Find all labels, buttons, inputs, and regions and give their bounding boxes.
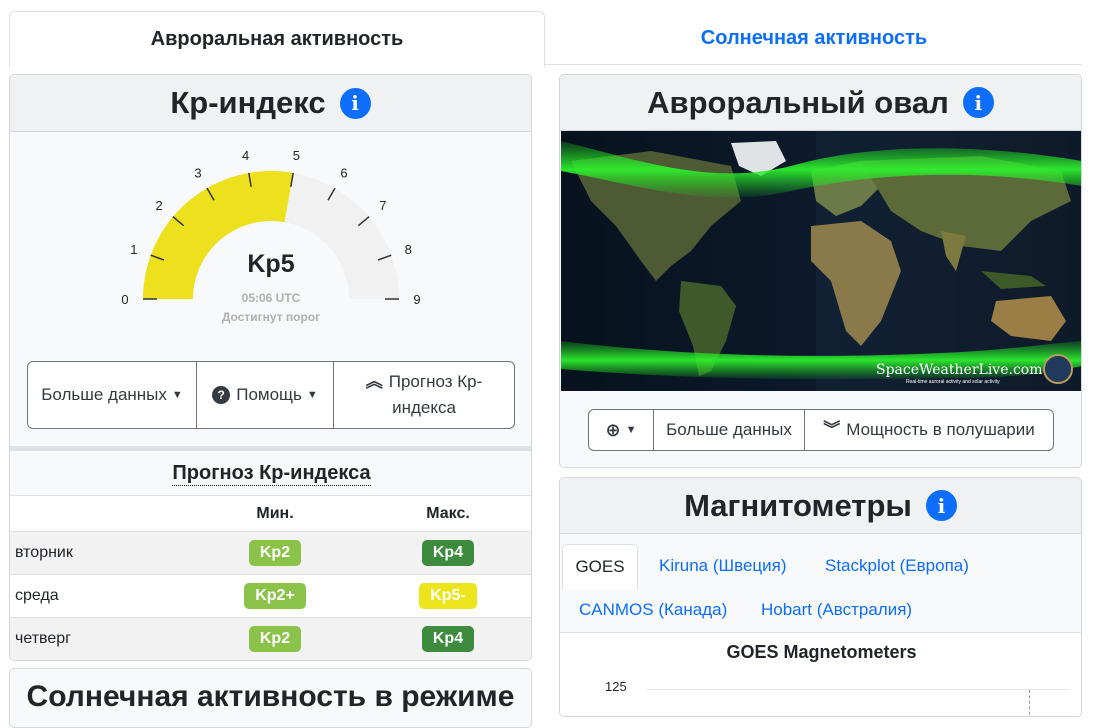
tab-goes-label: GOES xyxy=(575,557,625,576)
gauge-tick-label: 4 xyxy=(242,148,249,163)
tab-stackplot-label: Stackplot (Европа) xyxy=(825,556,969,575)
magnetometer-chart: GOES Magnetometers 125 xyxy=(560,632,1081,716)
zoom-in-icon: ⊕ xyxy=(605,420,621,440)
gauge-tick-label: 0 xyxy=(121,292,128,307)
map-watermark-sub: Real-time auroral activity and solar act… xyxy=(906,379,1000,385)
hemisphere-power-button[interactable]: ︾ Мощность в полушарии xyxy=(804,410,1053,450)
logo-globe-icon xyxy=(1043,354,1073,384)
forecast-max-badge: Kp4 xyxy=(421,540,475,566)
magnetometers-header: Магнитометры i xyxy=(560,478,1081,534)
tab-canmos[interactable]: CANMOS (Канада) xyxy=(579,600,727,620)
forecast-max-header: Макс. xyxy=(363,495,531,532)
zoom-button[interactable]: ⊕ ▼ xyxy=(589,410,653,450)
double-chevron-down-icon: ︾ xyxy=(823,420,841,439)
forecast-min-badge: Kp2+ xyxy=(244,583,306,609)
question-circle-icon: ? xyxy=(212,386,231,404)
tab-aurora[interactable]: Авроральная активность xyxy=(9,11,545,67)
forecast-title-row: Прогноз Кр-индекса xyxy=(10,451,531,495)
kp-card: Кр-индекс i 0 1 2 3 4 5 6 7 8 9 Kp5 05:06 UTC Дос… xyxy=(9,74,532,661)
kp-forecast-label-1: Прогноз Кр- xyxy=(388,372,483,391)
forecast-section: Прогноз Кр-индекса Мин. Макс. вторник Kp… xyxy=(10,446,531,660)
hemisphere-power-label: Мощность в полушарии xyxy=(846,420,1035,439)
forecast-title: Прогноз Кр-индекса xyxy=(172,461,371,486)
gauge-tick-label: 1 xyxy=(130,242,137,257)
magnetometer-tabs: GOES Kiruna (Швеция) Stackplot (Европа) … xyxy=(560,534,1081,632)
kp-more-data-button[interactable]: Больше данных ▼ xyxy=(28,362,196,428)
crosshair-line xyxy=(1029,690,1030,716)
info-icon[interactable]: i xyxy=(925,490,957,521)
tab-divider xyxy=(545,64,1082,65)
tab-hobart[interactable]: Hobart (Австралия) xyxy=(761,600,912,620)
tab-stackplot[interactable]: Stackplot (Европа) xyxy=(825,556,969,576)
table-row: среда Kp2+ Kp5- xyxy=(10,574,531,618)
kp-forecast-label-2: индекса xyxy=(392,398,456,417)
kp-button-group: Больше данных ▼ ? Помощь ▼ ︽ Прогноз Кр- … xyxy=(27,361,515,429)
aurora-map[interactable]: SpaceWeatherLive.com Real-time auroral a… xyxy=(561,131,1082,391)
kp-help-label: Помощь xyxy=(236,385,302,404)
caret-down-icon: ▼ xyxy=(625,424,637,436)
gauge-fill xyxy=(143,170,294,299)
oval-more-data-label: Больше данных xyxy=(666,420,792,439)
caret-down-icon: ▼ xyxy=(171,389,183,401)
forecast-min-badge: Kp2 xyxy=(248,626,302,653)
kp-title: Кр-индекс xyxy=(170,85,326,120)
solar-realtime-title: Солнечная активность в режиме xyxy=(26,680,515,713)
forecast-min-header: Мин. xyxy=(187,495,363,532)
kp-card-header: Кр-индекс i xyxy=(10,75,531,132)
gauge-tick-label: 6 xyxy=(340,166,347,181)
tab-kiruna[interactable]: Kiruna (Швеция) xyxy=(659,556,787,576)
tab-goes[interactable]: GOES xyxy=(562,544,638,589)
info-icon[interactable]: i xyxy=(339,87,371,119)
forecast-header-row: Мин. Макс. xyxy=(10,495,531,532)
gauge-tick-label: 7 xyxy=(379,198,386,213)
kp-value: Kp5 xyxy=(247,250,294,278)
caret-down-icon: ▼ xyxy=(306,389,318,401)
forecast-day-header xyxy=(10,495,187,532)
gauge-tick-label: 3 xyxy=(194,166,201,181)
gauge-tick-label: 9 xyxy=(413,292,420,307)
gauge-tick-label: 8 xyxy=(405,242,412,257)
kp-help-button[interactable]: ? Помощь ▼ xyxy=(196,362,333,428)
kp-gauge: 0 1 2 3 4 5 6 7 8 9 Kp5 05:06 UTC Достигнут порог xyxy=(121,148,420,324)
tab-aurora-label: Авроральная активность xyxy=(150,28,404,50)
tab-canmos-label: CANMOS (Канада) xyxy=(579,600,728,619)
info-icon[interactable]: i xyxy=(962,87,994,118)
oval-title: Авроральный овал xyxy=(647,84,949,120)
gauge-tick-label: 5 xyxy=(293,148,300,163)
double-chevron-up-icon: ︽ xyxy=(365,372,383,391)
oval-more-data-button[interactable]: Больше данных xyxy=(653,410,804,450)
y-tick-label: 125 xyxy=(605,679,627,694)
oval-card: Авроральный овал i SpaceWeatherLive.com … xyxy=(559,74,1082,468)
kp-more-data-label: Больше данных xyxy=(41,385,167,404)
forecast-min-badge: Kp2 xyxy=(248,540,302,566)
oval-card-header: Авроральный овал i xyxy=(560,75,1081,131)
kp-forecast-button[interactable]: ︽ Прогноз Кр- индекса xyxy=(333,362,514,428)
gridline xyxy=(647,689,1069,690)
tab-hobart-label: Hobart (Австралия) xyxy=(761,600,913,619)
forecast-max-badge: Kp4 xyxy=(421,626,475,653)
oval-button-group: ⊕ ▼ Больше данных ︾ Мощность в полушарии xyxy=(588,409,1054,451)
solar-realtime-card: Солнечная активность в режиме xyxy=(9,668,532,728)
forecast-table: Мин. Макс. вторник Kp2 Kp4 среда Kp2+ Kp… xyxy=(10,495,531,660)
tab-kiruna-label: Kiruna (Швеция) xyxy=(659,556,787,575)
magnetometers-title: Магнитометры xyxy=(684,487,912,523)
magnetometers-card: Магнитометры i GOES Kiruna (Швеция) Stac… xyxy=(559,477,1082,717)
map-watermark: SpaceWeatherLive.com xyxy=(876,362,1043,378)
gauge-tick-label: 2 xyxy=(156,198,163,213)
forecast-day: среда xyxy=(10,574,187,618)
forecast-day: четверг xyxy=(10,617,187,660)
kp-status: Достигнут порог xyxy=(222,310,320,324)
table-row: вторник Kp2 Kp4 xyxy=(10,531,531,575)
table-row: четверг Kp2 Kp4 xyxy=(10,617,531,660)
forecast-max-badge: Kp5- xyxy=(419,583,477,609)
kp-time: 05:06 UTC xyxy=(242,291,301,305)
tab-solar[interactable]: Солнечная активность xyxy=(546,11,1082,65)
chart-title: GOES Magnetometers xyxy=(726,642,917,662)
forecast-day: вторник xyxy=(10,531,187,575)
tab-solar-label: Солнечная активность xyxy=(700,26,928,49)
